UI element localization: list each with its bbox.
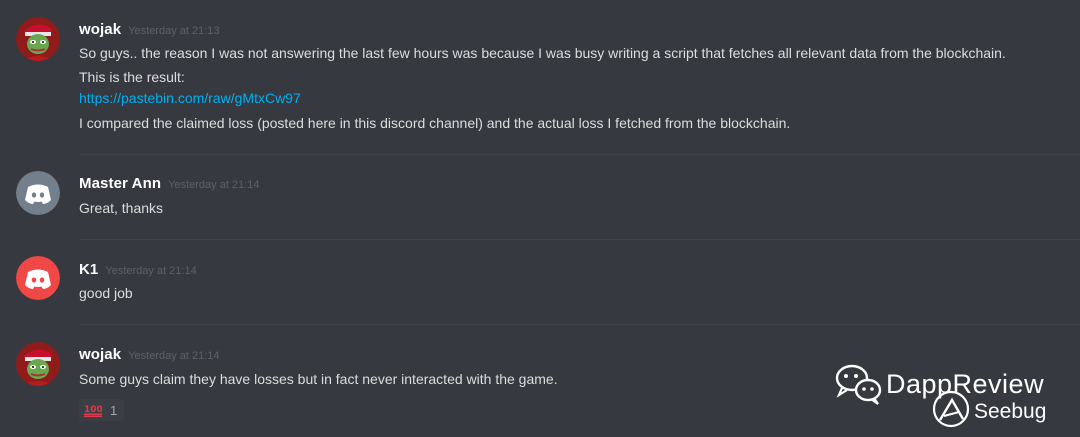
timestamp[interactable]: Yesterday at 21:14 — [105, 265, 196, 277]
message-header: K1 Yesterday at 21:14 — [79, 261, 197, 281]
username[interactable]: wojak — [79, 346, 121, 363]
avatar[interactable] — [16, 171, 60, 215]
message-divider — [79, 239, 1080, 240]
message-link: https://pastebin.com/raw/gMtxCw97 — [79, 88, 301, 108]
100-emoji-icon: 100 — [84, 405, 102, 417]
message-header: Master Ann Yesterday at 21:14 — [79, 175, 259, 195]
message-text: Some guys claim they have losses but in … — [79, 371, 558, 387]
message-header: wojak Yesterday at 21:14 — [79, 346, 220, 366]
pepe-avatar-icon — [16, 342, 60, 386]
timestamp[interactable]: Yesterday at 21:13 — [128, 25, 219, 37]
discord-default-avatar-icon — [16, 171, 60, 215]
avatar[interactable] — [16, 342, 60, 386]
discord-default-avatar-icon — [16, 256, 60, 300]
watermark-brand: DappReview — [886, 369, 1045, 399]
timestamp[interactable]: Yesterday at 21:14 — [128, 350, 219, 362]
avatar[interactable] — [16, 17, 60, 61]
message-divider — [79, 324, 1080, 325]
message-text: good job — [79, 285, 133, 301]
timestamp[interactable]: Yesterday at 21:14 — [168, 179, 259, 191]
username[interactable]: K1 — [79, 261, 98, 278]
reaction-button[interactable]: 100 1 — [79, 399, 124, 421]
reaction-count: 1 — [110, 402, 118, 418]
message-header: wojak Yesterday at 21:13 — [79, 21, 220, 41]
username[interactable]: wojak — [79, 21, 121, 38]
message-text: This is the result: — [79, 69, 185, 85]
message-text: So guys.. the reason I was not answering… — [79, 45, 1006, 61]
message-divider — [79, 154, 1080, 155]
watermark: DappReview Seebug — [832, 360, 1072, 432]
pepe-avatar-icon — [16, 17, 60, 61]
avatar[interactable] — [16, 256, 60, 300]
watermark-sub: Seebug — [974, 400, 1047, 423]
message-text: Great, thanks — [79, 200, 164, 216]
message-text: I compared the claimed loss (posted here… — [79, 115, 791, 131]
username[interactable]: Master Ann — [79, 175, 161, 192]
pastebin-link[interactable]: https://pastebin.com/raw/gMtxCw97 — [79, 90, 301, 106]
